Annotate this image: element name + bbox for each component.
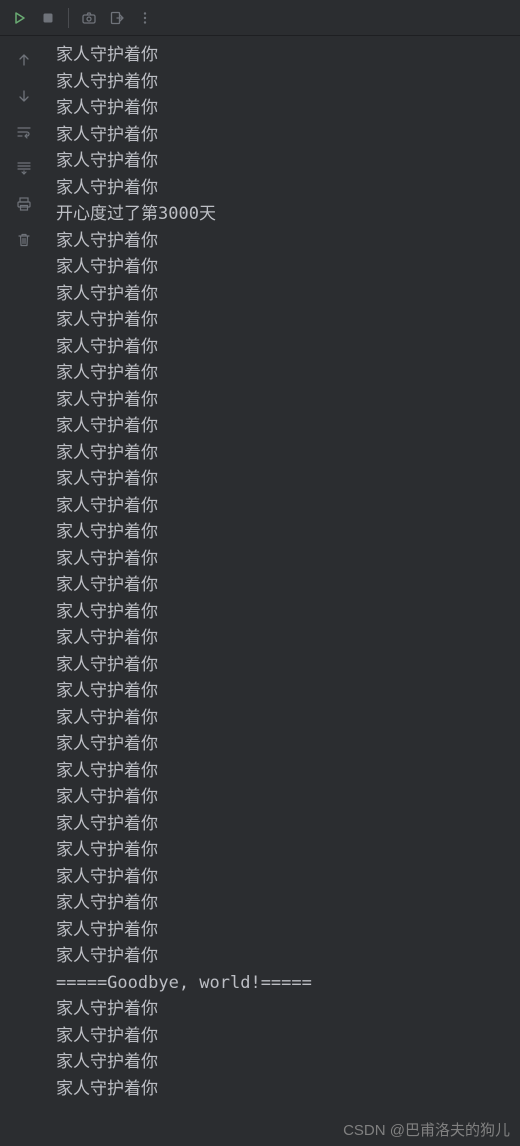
soft-wrap-icon: [16, 124, 32, 140]
output-line: 家人守护着你: [56, 996, 512, 1023]
output-line: 家人守护着你: [56, 42, 512, 69]
output-line: =====Goodbye, world!=====: [56, 970, 512, 997]
watermark: CSDN @巴甫洛夫的狗儿: [343, 1119, 510, 1140]
output-line: 家人守护着你: [56, 360, 512, 387]
camera-icon: [81, 10, 97, 26]
output-line: 家人守护着你: [56, 254, 512, 281]
delete-button[interactable]: [12, 228, 36, 252]
output-line: 家人守护着你: [56, 493, 512, 520]
scroll-to-end-button[interactable]: [12, 156, 36, 180]
toolbar-divider: [68, 8, 69, 28]
soft-wrap-button[interactable]: [12, 120, 36, 144]
output-line: 家人守护着你: [56, 228, 512, 255]
output-line: 家人守护着你: [56, 890, 512, 917]
output-line: 家人守护着你: [56, 784, 512, 811]
output-line: 家人守护着你: [56, 943, 512, 970]
print-button[interactable]: [12, 192, 36, 216]
output-line: 家人守护着你: [56, 387, 512, 414]
output-line: 家人守护着你: [56, 334, 512, 361]
rerun-button[interactable]: [8, 6, 32, 30]
output-line: 家人守护着你: [56, 122, 512, 149]
output-line: 家人守护着你: [56, 440, 512, 467]
toolbar-left: [8, 6, 157, 30]
output-line: 家人守护着你: [56, 519, 512, 546]
output-line: 家人守护着你: [56, 1023, 512, 1050]
trash-icon: [16, 232, 32, 248]
output-line: 家人守护着你: [56, 307, 512, 334]
output-line: 家人守护着你: [56, 758, 512, 785]
output-line: 家人守护着你: [56, 917, 512, 944]
down-button[interactable]: [12, 84, 36, 108]
toolbar: [0, 0, 520, 36]
output-line: 家人守护着你: [56, 69, 512, 96]
stop-icon: [40, 10, 56, 26]
output-line: 家人守护着你: [56, 731, 512, 758]
output-line: 家人守护着你: [56, 546, 512, 573]
stop-button[interactable]: [36, 6, 60, 30]
output-line: 家人守护着你: [56, 1049, 512, 1076]
up-button[interactable]: [12, 48, 36, 72]
arrow-down-icon: [16, 88, 32, 104]
gutter: [0, 36, 48, 1146]
more-vertical-icon: [137, 10, 153, 26]
console-output[interactable]: 家人守护着你家人守护着你家人守护着你家人守护着你家人守护着你家人守护着你开心度过…: [48, 36, 520, 1146]
output-line: 家人守护着你: [56, 599, 512, 626]
output-line: 家人守护着你: [56, 652, 512, 679]
output-line: 家人守护着你: [56, 1076, 512, 1103]
output-line: 开心度过了第3000天: [56, 201, 512, 228]
output-line: 家人守护着你: [56, 281, 512, 308]
exit-icon: [109, 10, 125, 26]
main-area: 家人守护着你家人守护着你家人守护着你家人守护着你家人守护着你家人守护着你开心度过…: [0, 36, 520, 1146]
print-icon: [16, 196, 32, 212]
output-line: 家人守护着你: [56, 572, 512, 599]
output-line: 家人守护着你: [56, 413, 512, 440]
output-line: 家人守护着你: [56, 148, 512, 175]
rerun-icon: [12, 10, 28, 26]
output-line: 家人守护着你: [56, 678, 512, 705]
output-line: 家人守护着你: [56, 625, 512, 652]
output-line: 家人守护着你: [56, 95, 512, 122]
scroll-to-end-icon: [16, 160, 32, 176]
output-line: 家人守护着你: [56, 175, 512, 202]
more-button[interactable]: [133, 6, 157, 30]
output-line: 家人守护着你: [56, 837, 512, 864]
screenshot-button[interactable]: [77, 6, 101, 30]
output-line: 家人守护着你: [56, 864, 512, 891]
output-line: 家人守护着你: [56, 811, 512, 838]
output-line: 家人守护着你: [56, 705, 512, 732]
exit-button[interactable]: [105, 6, 129, 30]
arrow-up-icon: [16, 52, 32, 68]
output-line: 家人守护着你: [56, 466, 512, 493]
